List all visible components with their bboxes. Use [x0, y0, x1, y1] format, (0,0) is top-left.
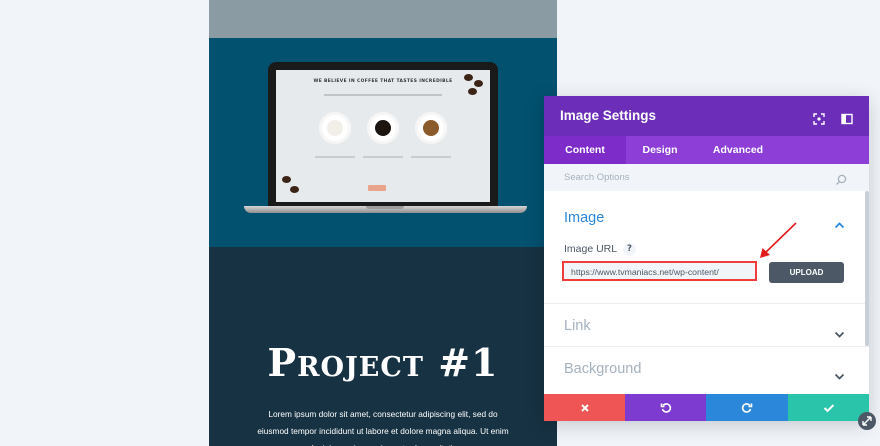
screen-subline	[324, 94, 442, 96]
search-icon[interactable]	[835, 171, 847, 185]
screen-button	[368, 185, 386, 191]
page-preview: WE BELIEVE IN COFFEE THAT TASTES INCREDI…	[209, 0, 557, 446]
redo-button[interactable]	[706, 394, 788, 421]
image-url-label: Image URL	[564, 243, 618, 255]
modal-tabs: Content Design Advanced	[544, 136, 869, 164]
image-url-value: https://www.tvmaniacs.net/wp-content/	[571, 267, 719, 277]
project-description: Lorem ipsum dolor sit amet, consectetur …	[257, 409, 509, 446]
cup-caption	[363, 156, 403, 158]
chevron-up-icon[interactable]	[834, 214, 845, 229]
coffee-bean	[468, 88, 477, 95]
cancel-button[interactable]	[544, 394, 625, 421]
laptop-lid: WE BELIEVE IN COFFEE THAT TASTES INCREDI…	[268, 62, 498, 206]
modal-footer	[544, 394, 869, 421]
image-url-input[interactable]: https://www.tvmaniacs.net/wp-content/	[562, 261, 757, 281]
coffee-cup-espresso	[418, 115, 444, 141]
screen-headline: WE BELIEVE IN COFFEE THAT TASTES INCREDI…	[313, 79, 453, 84]
search-options[interactable]: Search Options	[544, 164, 869, 191]
chevron-down-icon[interactable]	[834, 324, 845, 338]
tab-content[interactable]: Content	[544, 136, 626, 164]
image-settings-modal: Image Settings Content Design Advanced S…	[544, 96, 869, 421]
section-divider	[544, 303, 869, 304]
section-divider	[544, 346, 869, 347]
cup-caption	[315, 156, 355, 158]
coffee-bean	[290, 186, 299, 193]
section-background-title[interactable]: Background	[564, 361, 641, 377]
coffee-cup-black	[370, 115, 396, 141]
redo-icon	[741, 402, 753, 413]
check-icon	[823, 403, 834, 412]
coffee-bean	[474, 80, 483, 87]
undo-icon	[660, 402, 671, 413]
help-icon[interactable]: ?	[623, 243, 636, 256]
resize-icon	[862, 416, 872, 426]
cup-caption	[411, 156, 451, 158]
coffee-bean	[464, 74, 473, 81]
laptop-screen: WE BELIEVE IN COFFEE THAT TASTES INCREDI…	[276, 70, 490, 202]
split-view-icon[interactable]	[841, 110, 853, 125]
section-image-title[interactable]: Image	[564, 210, 604, 226]
laptop-notch	[366, 206, 404, 209]
save-button[interactable]	[788, 394, 869, 421]
focus-frame-icon[interactable]	[813, 110, 825, 125]
modal-header[interactable]: Image Settings	[544, 96, 869, 136]
modal-title: Image Settings	[560, 108, 657, 123]
close-icon	[580, 403, 589, 412]
tab-advanced[interactable]: Advanced	[694, 136, 782, 164]
search-input[interactable]: Search Options	[564, 172, 629, 183]
undo-button[interactable]	[625, 394, 706, 421]
builder-canvas: WE BELIEVE IN COFFEE THAT TASTES INCREDI…	[0, 0, 880, 446]
top-section	[209, 0, 557, 38]
modal-scrollbar[interactable]	[865, 191, 869, 346]
upload-button[interactable]: UPLOAD	[769, 262, 844, 283]
coffee-bean	[282, 176, 291, 183]
coffee-cup-latte	[322, 115, 348, 141]
project-title: Project #1	[267, 340, 499, 385]
chevron-down-icon[interactable]	[834, 366, 845, 380]
laptop-image[interactable]: WE BELIEVE IN COFFEE THAT TASTES INCREDI…	[244, 62, 527, 258]
resize-handle[interactable]	[858, 412, 876, 430]
tab-design[interactable]: Design	[626, 136, 694, 164]
section-link-title[interactable]: Link	[564, 318, 591, 334]
hero-section: WE BELIEVE IN COFFEE THAT TASTES INCREDI…	[209, 38, 557, 247]
